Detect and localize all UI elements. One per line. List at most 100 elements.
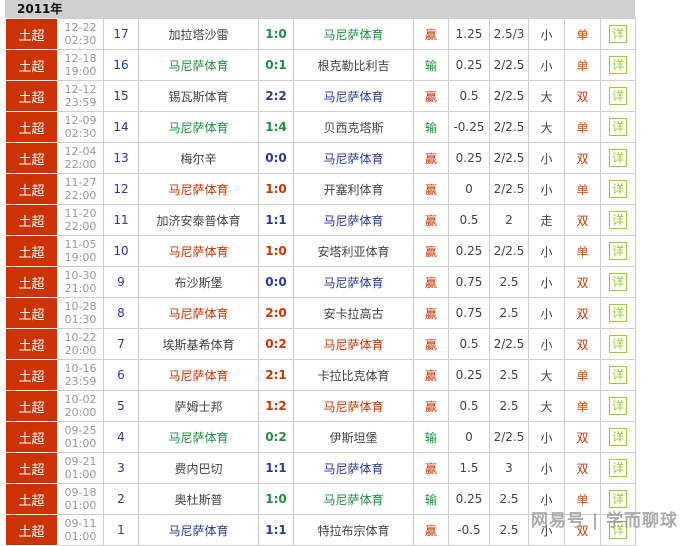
time: 22:00 [64, 158, 97, 171]
detail-button[interactable]: 详 [609, 428, 627, 446]
round-cell: 3 [103, 452, 139, 484]
home-team[interactable]: 奥杜斯普 [138, 483, 259, 515]
detail-button[interactable]: 详 [609, 459, 627, 477]
home-team[interactable]: 加济安泰普体育 [138, 204, 259, 236]
league-cell[interactable]: 土超 [5, 421, 58, 453]
league-cell[interactable]: 土超 [5, 452, 58, 484]
away-team[interactable]: 马尼萨体育 [293, 204, 414, 236]
over-under-line: 2.5/3 [489, 18, 529, 50]
league-cell[interactable]: 土超 [5, 483, 58, 515]
away-team[interactable]: 贝西克塔斯 [293, 111, 414, 143]
league-cell[interactable]: 土超 [5, 359, 58, 391]
league-cell[interactable]: 土超 [5, 266, 58, 298]
date-cell: 10-28 01:30 [57, 297, 104, 329]
time: 19:00 [64, 251, 97, 264]
detail-button[interactable]: 详 [609, 149, 627, 167]
league-cell[interactable]: 土超 [5, 514, 58, 546]
away-team[interactable]: 开塞利体育 [293, 173, 414, 205]
league-cell[interactable]: 土超 [5, 297, 58, 329]
odd-even: 单 [564, 390, 601, 422]
away-team[interactable]: 安塔利亚体育 [293, 235, 414, 267]
detail-cell: 详 [600, 111, 636, 143]
league-cell[interactable]: 土超 [5, 111, 58, 143]
detail-button[interactable]: 详 [609, 211, 627, 229]
league-cell[interactable]: 土超 [5, 18, 58, 50]
date: 11-27 [64, 176, 97, 189]
away-team[interactable]: 特拉布宗体育 [293, 514, 414, 546]
date-cell: 12-09 02:30 [57, 111, 104, 143]
detail-button[interactable]: 详 [609, 87, 627, 105]
home-team[interactable]: 梅尔辛 [138, 142, 259, 174]
league-cell[interactable]: 土超 [5, 204, 58, 236]
away-team[interactable]: 马尼萨体育 [293, 142, 414, 174]
time: 23:59 [64, 375, 97, 388]
away-team[interactable]: 安卡拉高古 [293, 297, 414, 329]
league-cell[interactable]: 土超 [5, 328, 58, 360]
away-team[interactable]: 马尼萨体育 [293, 328, 414, 360]
home-team[interactable]: 加拉塔沙雷 [138, 18, 259, 50]
table-row: 土超 10-16 23:59 6 马尼萨体育 2:1 卡拉比克体育赢 0.25 2.5 大单详 [5, 359, 636, 391]
league-cell[interactable]: 土超 [5, 390, 58, 422]
handicap-line: 0.5 [448, 390, 490, 422]
detail-button[interactable]: 详 [609, 273, 627, 291]
handicap-line: 1.25 [448, 18, 490, 50]
league-cell[interactable]: 土超 [5, 142, 58, 174]
detail-cell: 详 [600, 359, 636, 391]
handicap-result: 输 [413, 421, 449, 453]
table-row: 土超 12-18 19:00 16 马尼萨体育 0:1 根克勒比利吉输 0.25 2/2.5 小单… [5, 49, 636, 81]
detail-button[interactable]: 详 [609, 56, 627, 74]
away-team[interactable]: 伊斯坦堡 [293, 421, 414, 453]
big-small: 大 [528, 359, 565, 391]
detail-button[interactable]: 详 [609, 242, 627, 260]
time: 02:30 [64, 34, 97, 47]
handicap-result: 赢 [413, 297, 449, 329]
home-team[interactable]: 萨姆士邦 [138, 390, 259, 422]
detail-button[interactable]: 详 [609, 25, 627, 43]
handicap-line: 0.5 [448, 204, 490, 236]
round-cell: 11 [103, 204, 139, 236]
detail-button[interactable]: 详 [609, 180, 627, 198]
handicap-line: -0.25 [448, 111, 490, 143]
away-team[interactable]: 马尼萨体育 [293, 452, 414, 484]
detail-button[interactable]: 详 [609, 304, 627, 322]
away-team[interactable]: 马尼萨体育 [293, 483, 414, 515]
home-team[interactable]: 马尼萨体育 [138, 49, 259, 81]
date: 09-21 [64, 455, 97, 468]
odd-even: 单 [564, 49, 601, 81]
league-cell[interactable]: 土超 [5, 235, 58, 267]
home-team[interactable]: 马尼萨体育 [138, 111, 259, 143]
league-cell[interactable]: 土超 [5, 49, 58, 81]
round-cell: 5 [103, 390, 139, 422]
away-team[interactable]: 马尼萨体育 [293, 18, 414, 50]
away-team[interactable]: 根克勒比利吉 [293, 49, 414, 81]
handicap-result: 输 [413, 483, 449, 515]
home-team[interactable]: 埃斯基希体育 [138, 328, 259, 360]
home-team[interactable]: 马尼萨体育 [138, 235, 259, 267]
home-team[interactable]: 马尼萨体育 [138, 297, 259, 329]
detail-button[interactable]: 详 [609, 397, 627, 415]
home-team[interactable]: 马尼萨体育 [138, 359, 259, 391]
league-cell[interactable]: 土超 [5, 80, 58, 112]
over-under-line: 2.5 [489, 359, 529, 391]
date: 11-05 [64, 238, 97, 251]
home-team[interactable]: 马尼萨体育 [138, 421, 259, 453]
round-cell: 1 [103, 514, 139, 546]
table-row: 土超 12-12 23:59 15 锡瓦斯体育 2:2 马尼萨体育赢 0.5 2/2.5 大双详 [5, 80, 636, 112]
away-team[interactable]: 马尼萨体育 [293, 266, 414, 298]
away-team[interactable]: 卡拉比克体育 [293, 359, 414, 391]
handicap-result: 输 [413, 111, 449, 143]
handicap-result: 赢 [413, 80, 449, 112]
away-team[interactable]: 马尼萨体育 [293, 80, 414, 112]
away-team[interactable]: 马尼萨体育 [293, 390, 414, 422]
home-team[interactable]: 锡瓦斯体育 [138, 80, 259, 112]
home-team[interactable]: 费内巴切 [138, 452, 259, 484]
detail-button[interactable]: 详 [609, 366, 627, 384]
league-cell[interactable]: 土超 [5, 173, 58, 205]
home-team[interactable]: 马尼萨体育 [138, 173, 259, 205]
detail-button[interactable]: 详 [609, 118, 627, 136]
date: 12-04 [64, 145, 97, 158]
home-team[interactable]: 布沙斯堡 [138, 266, 259, 298]
score: 0:0 [258, 142, 294, 174]
home-team[interactable]: 马尼萨体育 [138, 514, 259, 546]
detail-button[interactable]: 详 [609, 335, 627, 353]
